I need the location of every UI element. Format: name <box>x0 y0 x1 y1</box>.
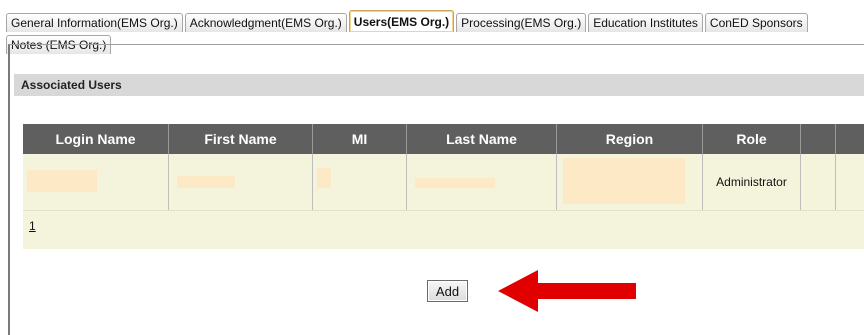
tab-processing[interactable]: Processing(EMS Org.) <box>456 13 587 32</box>
add-button[interactable]: Add <box>427 280 468 302</box>
redacted-block <box>177 176 235 188</box>
column-header-extra-2 <box>836 124 864 154</box>
redacted-block <box>563 158 685 204</box>
users-table-header: Login Name First Name MI Last Name Regio… <box>23 124 864 154</box>
cell-first-name <box>169 154 313 210</box>
column-header-extra-1 <box>801 124 836 154</box>
column-header-first-name[interactable]: First Name <box>169 124 313 154</box>
tab-education-institutes[interactable]: Education Institutes <box>588 13 703 32</box>
cell-region <box>557 154 703 210</box>
tab-users[interactable]: Users(EMS Org.) <box>348 10 455 32</box>
tab-acknowledgment[interactable]: Acknowledgment(EMS Org.) <box>184 13 347 32</box>
cell-extra-2 <box>836 154 864 210</box>
cell-login-name <box>23 154 169 210</box>
column-header-role[interactable]: Role <box>703 124 801 154</box>
cell-extra-1 <box>801 154 836 210</box>
role-value: Administrator <box>716 175 787 189</box>
pager-page-link[interactable]: 1 <box>29 219 36 233</box>
redacted-block <box>317 168 331 188</box>
redacted-block <box>27 170 97 192</box>
cell-mi <box>313 154 407 210</box>
tab-general-information[interactable]: General Information(EMS Org.) <box>6 13 183 32</box>
column-header-mi[interactable]: MI <box>313 124 407 154</box>
cell-last-name <box>407 154 557 210</box>
redacted-block <box>415 178 495 188</box>
section-header-associated-users: Associated Users <box>14 74 864 96</box>
column-header-region[interactable]: Region <box>557 124 703 154</box>
table-row[interactable]: Administrator <box>23 154 864 210</box>
cell-role: Administrator <box>703 154 801 210</box>
column-header-login-name[interactable]: Login Name <box>23 124 169 154</box>
tab-bar: General Information(EMS Org.) Acknowledg… <box>6 10 810 32</box>
tab-coned-sponsors[interactable]: ConED Sponsors <box>704 13 808 32</box>
column-header-last-name[interactable]: Last Name <box>407 124 557 154</box>
red-arrow-left-icon <box>498 270 636 312</box>
table-pager: 1 <box>23 210 864 249</box>
